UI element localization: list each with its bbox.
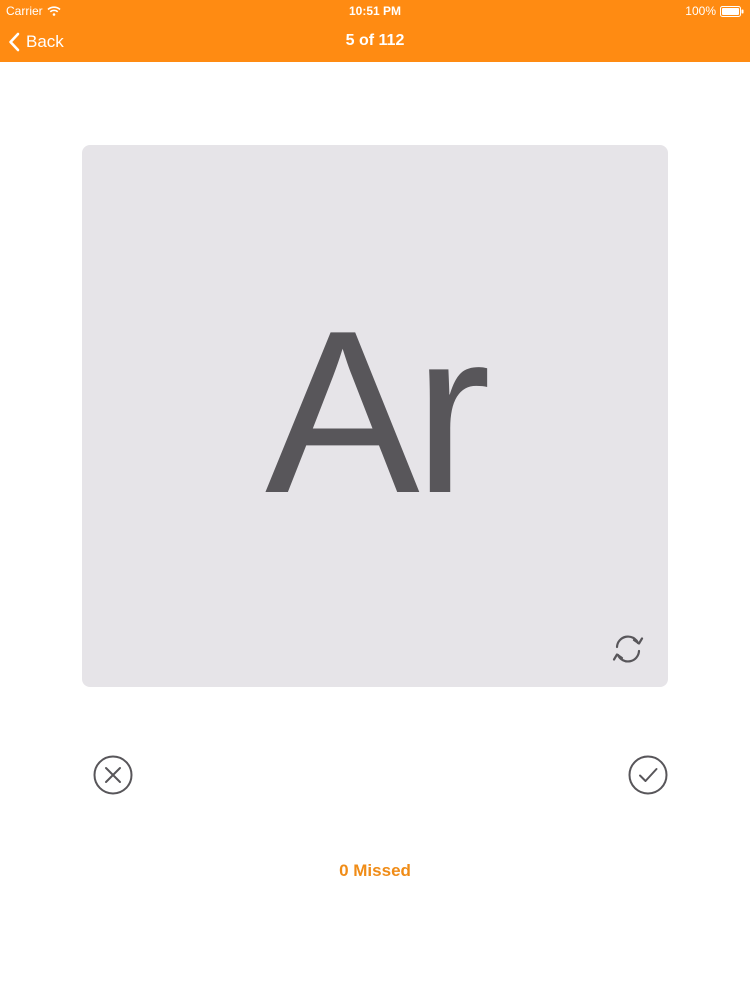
- check-circle-icon: [628, 755, 668, 795]
- battery-percentage: 100%: [685, 4, 716, 18]
- flashcard-text: Ar: [265, 283, 491, 542]
- close-circle-icon: [93, 755, 133, 795]
- battery-indicator: 100%: [685, 4, 744, 18]
- missed-count: 0 Missed: [339, 861, 411, 880]
- flashcard[interactable]: Ar: [82, 145, 668, 687]
- status-time: 10:51 PM: [348, 4, 402, 18]
- page-title: 5 of 112: [345, 32, 405, 49]
- navigation-bar: Back 5 of 112: [0, 22, 750, 62]
- flashcard-screen: Carrier 10:51 PM 100% Back 5 of 112 Ar 0…: [0, 0, 750, 1000]
- battery-icon: [720, 5, 744, 17]
- status-bar: Carrier 10:51 PM 100%: [0, 0, 750, 22]
- flip-card-button[interactable]: [605, 626, 651, 672]
- mark-missed-button[interactable]: [92, 754, 134, 796]
- refresh-icon: [612, 635, 644, 663]
- mark-correct-button[interactable]: [627, 754, 669, 796]
- top-bar: Carrier 10:51 PM 100% Back 5 of 112: [0, 0, 750, 62]
